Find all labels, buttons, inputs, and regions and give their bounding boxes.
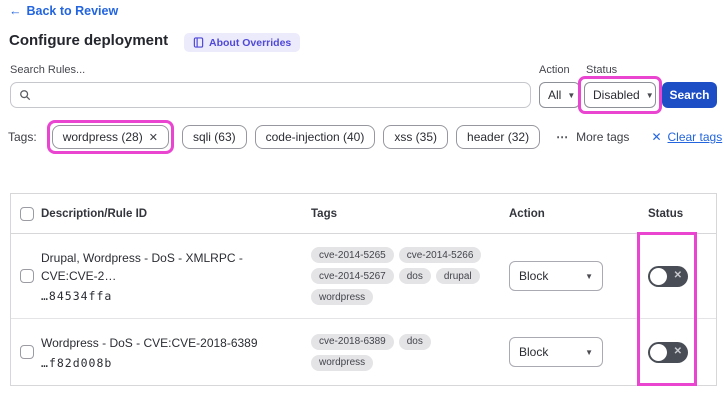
description-cell: Wordpress - DoS - CVE:CVE-2018-6389 …f82…	[41, 334, 303, 370]
tags-bar-label: Tags:	[8, 130, 37, 144]
tag-filter-pill[interactable]: code-injection (40)	[254, 125, 376, 149]
toggle-off-icon: ✕	[673, 270, 682, 281]
book-icon	[193, 37, 204, 48]
tag-pill-label: header (32)	[467, 130, 530, 144]
action-cell: Block ▼	[501, 337, 638, 367]
back-link-label: Back to Review	[26, 4, 119, 18]
toggle-off-icon: ✕	[673, 346, 682, 357]
table-row: Wordpress - DoS - CVE:CVE-2018-6389 …f82…	[11, 319, 716, 385]
action-filter-value: All	[548, 88, 562, 102]
rules-table: Description/Rule ID Tags Action Status D…	[10, 193, 717, 386]
status-filter-select[interactable]: Disabled ▼	[584, 82, 656, 108]
tag-chip: cve-2018-6389	[311, 333, 394, 350]
tags-bar: Tags: wordpress (28) ✕ sqli (63) code-injec…	[8, 118, 722, 156]
caret-down-icon: ▼	[645, 90, 654, 100]
tag-chip: drupal	[435, 268, 480, 284]
column-header-action: Action	[509, 207, 545, 220]
tag-chip: wordpress	[311, 289, 374, 305]
ellipsis-icon: ⋯	[556, 130, 570, 144]
clear-tags-link[interactable]: ✕ Clear tags	[651, 130, 722, 144]
column-header-description: Description/Rule ID	[41, 207, 148, 220]
tag-chip: dos	[398, 333, 431, 350]
caret-down-icon: ▼	[585, 271, 593, 281]
tag-filter-pill[interactable]: sqli (63)	[181, 125, 247, 149]
action-label: Action	[539, 64, 570, 76]
tag-chip: cve-2014-5265	[311, 247, 394, 263]
status-toggle[interactable]: ✕	[648, 265, 688, 287]
remove-tag-icon[interactable]: ✕	[149, 131, 158, 144]
action-select[interactable]: Block ▼	[509, 261, 603, 291]
clear-tags-label: Clear tags	[667, 130, 723, 144]
toggle-knob	[650, 343, 667, 361]
tag-pill-label: xss (35)	[394, 130, 438, 144]
more-tags-button[interactable]: ⋯ More tags	[556, 130, 629, 144]
status-filter-value: Disabled	[593, 88, 640, 102]
caret-down-icon: ▼	[567, 90, 576, 100]
status-toggle[interactable]: ✕	[648, 341, 688, 363]
tag-pill-highlight: wordpress (28) ✕	[46, 120, 174, 154]
row-checkbox[interactable]	[20, 345, 34, 359]
rule-tags: cve-2014-5265 cve-2014-5266 cve-2014-5267 d…	[303, 247, 501, 305]
caret-down-icon: ▼	[585, 347, 593, 357]
page-title: Configure deployment	[9, 32, 169, 49]
search-button[interactable]: Search	[662, 82, 717, 108]
back-arrow-icon: ←	[9, 4, 22, 18]
clear-x-icon: ✕	[651, 130, 662, 144]
tag-filter-pill[interactable]: header (32)	[456, 125, 541, 149]
action-select-value: Block	[519, 345, 549, 359]
rule-tags: cve-2018-6389 dos wordpress	[303, 333, 501, 371]
tag-chip: cve-2014-5266	[398, 247, 482, 263]
tag-filter-pill[interactable]: wordpress (28) ✕	[51, 125, 169, 149]
toggle-knob	[650, 267, 667, 285]
configure-deployment-page: ← Back to Review Configure deployment Ab…	[0, 0, 725, 406]
tag-pill-list: wordpress (28) ✕ sqli (63) code-injection (…	[46, 120, 541, 154]
rule-id: …f82d008b	[41, 356, 113, 370]
search-rules-label: Search Rules...	[10, 64, 86, 76]
action-filter-select[interactable]: All ▼	[539, 82, 580, 108]
status-cell: ✕	[638, 341, 716, 363]
row-checkbox[interactable]	[20, 269, 34, 283]
status-cell: ✕	[638, 265, 716, 287]
tag-filter-pill[interactable]: xss (35)	[383, 125, 449, 149]
about-overrides-badge[interactable]: About Overrides	[184, 33, 301, 52]
action-select-value: Block	[519, 269, 549, 283]
about-badge-label: About Overrides	[209, 36, 292, 49]
search-input[interactable]	[37, 88, 522, 102]
tag-chip: dos	[398, 268, 431, 284]
tag-chip: cve-2014-5267	[311, 268, 394, 284]
description-cell: Drupal, Wordpress - DoS - XMLRPC - CVE:C…	[41, 249, 303, 303]
table-row: Drupal, Wordpress - DoS - XMLRPC - CVE:C…	[11, 234, 716, 319]
action-select[interactable]: Block ▼	[509, 337, 603, 367]
select-all-checkbox[interactable]	[20, 206, 34, 221]
search-icon	[20, 90, 31, 101]
status-label: Status	[586, 64, 618, 76]
table-header-row: Description/Rule ID Tags Action Status	[11, 194, 716, 234]
tag-pill-label: wordpress (28)	[62, 130, 143, 144]
rule-description: Wordpress - DoS - CVE:CVE-2018-6389	[41, 336, 258, 350]
more-tags-label: More tags	[576, 130, 630, 144]
rule-id: …84534ffa	[41, 289, 113, 303]
action-cell: Block ▼	[501, 261, 638, 291]
status-filter-highlight: Disabled ▼	[578, 76, 662, 114]
table-body: Drupal, Wordpress - DoS - XMLRPC - CVE:C…	[11, 234, 716, 385]
column-header-tags: Tags	[311, 207, 337, 220]
tag-pill-label: sqli (63)	[192, 130, 236, 144]
tag-pill-label: code-injection (40)	[265, 130, 365, 144]
back-to-review-link[interactable]: ← Back to Review	[9, 4, 118, 18]
tag-chip: wordpress	[311, 354, 374, 371]
search-input-box[interactable]	[10, 82, 531, 108]
rule-description: Drupal, Wordpress - DoS - XMLRPC - CVE:C…	[41, 251, 243, 283]
column-header-status: Status	[648, 207, 684, 220]
